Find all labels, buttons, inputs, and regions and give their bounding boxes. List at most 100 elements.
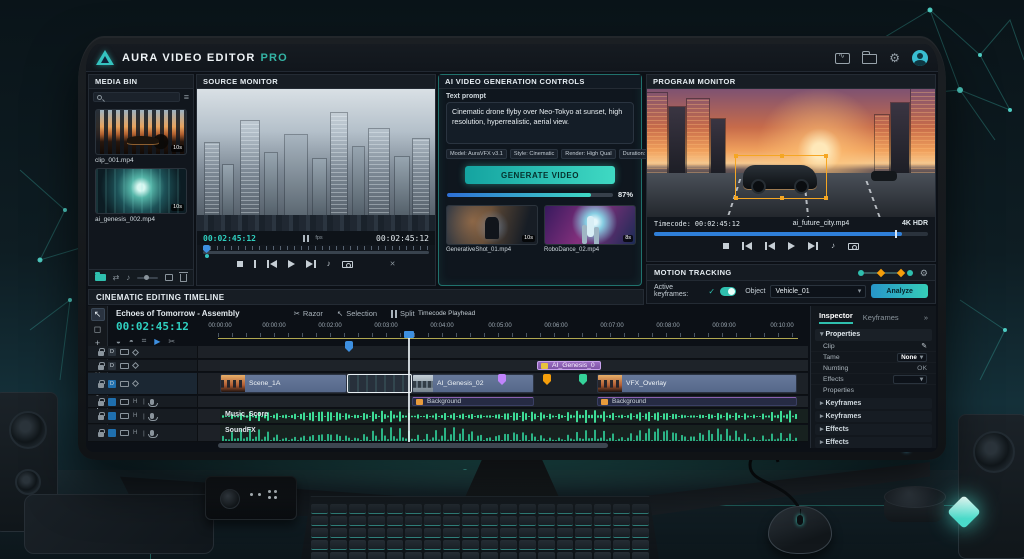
effects-dropdown[interactable]: ▾	[893, 374, 927, 384]
track-toggle[interactable]	[108, 412, 116, 420]
fullscreen-icon[interactable]: ✕	[390, 260, 396, 268]
gear-icon[interactable]: ⚙	[889, 52, 900, 64]
mute-toggle[interactable]: ❘	[141, 398, 146, 405]
monitor-icon[interactable]	[120, 362, 129, 369]
step-back-button[interactable]	[765, 242, 775, 250]
tab-keyframes[interactable]: Keyframes	[863, 313, 899, 322]
playhead-line[interactable]	[408, 338, 410, 442]
track-header[interactable]: H ❘	[88, 396, 198, 407]
timeline-ruler[interactable]: 00:00:00 00:00:00 00:02:00 00:03:00 00:0…	[208, 323, 798, 338]
track-lane[interactable]: AI_Genesis_0	[220, 360, 808, 371]
clip-ai-genesis-02[interactable]: AI_Genesis_02	[412, 374, 534, 393]
clip-scene-1a[interactable]: Scene_1A	[220, 374, 347, 393]
generated-clip-item[interactable]: 8s RoboDance_02.mp4	[544, 205, 636, 253]
step-forward-button[interactable]	[808, 242, 818, 250]
export-icon[interactable]	[835, 51, 851, 64]
more-tabs-icon[interactable]: »	[924, 313, 928, 322]
audio-icon[interactable]: ♪	[831, 242, 835, 250]
track-lane[interactable]: Background Background	[220, 396, 808, 407]
model-chip[interactable]: Model: AuraVFX v3.1	[446, 149, 507, 159]
audio-monitor-icon[interactable]: ♪	[327, 260, 331, 268]
view-icon[interactable]	[165, 274, 174, 281]
collapsed-effects-1[interactable]: ▸ Effects	[815, 424, 932, 435]
timeline-scroll-thumb[interactable]	[218, 443, 608, 448]
track-header[interactable]: D	[88, 346, 198, 358]
lock-icon[interactable]	[98, 361, 105, 370]
monitor-icon[interactable]	[120, 380, 129, 387]
stop-button[interactable]	[723, 243, 729, 249]
record-icon[interactable]	[848, 242, 859, 250]
track-header[interactable]: D	[88, 373, 198, 394]
track-header[interactable]: D	[88, 360, 198, 371]
media-clip-item[interactable]: 10s clip_001.mp4	[95, 109, 187, 164]
zoom-slider[interactable]	[137, 274, 159, 280]
collapsed-keyframes-2[interactable]: ▸ Keyframes	[815, 411, 932, 422]
mic-icon[interactable]	[148, 413, 159, 421]
step-back-button[interactable]	[266, 260, 277, 268]
collapsed-effects-2[interactable]: ▸ Effects	[815, 437, 932, 448]
tab-inspector[interactable]: Inspector	[819, 311, 853, 324]
avatar[interactable]	[912, 50, 928, 66]
generate-video-button[interactable]: GENERATE VIDEO	[465, 166, 615, 184]
clip-selected-segment[interactable]	[347, 374, 412, 393]
go-to-start-button[interactable]	[742, 242, 752, 250]
object-select[interactable]: Vehicle_01 ▾	[770, 284, 867, 298]
track-toggle[interactable]: D	[108, 361, 116, 370]
analyze-button[interactable]: Analyze	[871, 284, 928, 298]
media-search-input[interactable]	[93, 92, 180, 102]
track-select-tool-icon[interactable]: ◻	[94, 324, 101, 335]
inspector-row-effects[interactable]: Effects ▾	[811, 374, 936, 385]
program-playhead[interactable]	[894, 230, 897, 238]
clip-vfx-overlay[interactable]: VFX_Overlay	[597, 374, 797, 393]
trash-icon[interactable]	[179, 271, 188, 282]
monitor-icon[interactable]	[120, 430, 129, 436]
play-button[interactable]	[287, 260, 295, 268]
razor-tool[interactable]: ✂ Razor	[294, 309, 323, 318]
mute-toggle[interactable]: ❘	[141, 413, 146, 420]
mic-icon[interactable]	[148, 398, 159, 407]
playhead-handle[interactable]	[404, 331, 414, 338]
solo-toggle[interactable]: H	[133, 399, 137, 405]
render-chip[interactable]: Render: High Qual	[561, 149, 616, 159]
lock-icon[interactable]	[98, 379, 105, 388]
solo-toggle[interactable]: H	[133, 413, 137, 419]
sort-icon[interactable]: ⇄	[113, 273, 120, 282]
keyframe-icon[interactable]	[131, 348, 140, 356]
play-button[interactable]	[788, 242, 795, 250]
tame-dropdown[interactable]: None ▾	[897, 352, 927, 362]
track-lane[interactable]: Music_Score	[220, 409, 808, 423]
collapsed-keyframes-1[interactable]: ▸ Keyframes	[815, 398, 932, 409]
source-video-preview[interactable]	[197, 89, 435, 231]
razor-icon[interactable]: ✂	[168, 337, 175, 346]
motion-tracking-box[interactable]	[734, 154, 828, 200]
track-header[interactable]: H ❘	[88, 409, 198, 423]
mute-toggle[interactable]: ❘	[141, 430, 146, 437]
track-toggle[interactable]	[108, 397, 116, 406]
keyframes-toggle[interactable]	[720, 286, 737, 296]
track-toggle[interactable]: D	[108, 379, 116, 388]
inspector-row-properties[interactable]: Properties	[811, 385, 936, 396]
audio-icon[interactable]: ♪	[126, 273, 130, 282]
source-scrubber[interactable]	[197, 245, 435, 258]
mark-button[interactable]	[253, 260, 256, 268]
inspector-row-clip[interactable]: Clip ✎	[811, 341, 936, 352]
link-icon[interactable]: ⌗	[142, 336, 147, 346]
track-lane[interactable]	[220, 346, 808, 358]
generated-clip-item[interactable]: 10s GenerativeShot_01.mp4	[446, 205, 538, 253]
lock-icon[interactable]	[98, 412, 105, 420]
lock-icon[interactable]	[98, 348, 105, 356]
gear-icon[interactable]: ⚙	[920, 267, 928, 279]
stop-button[interactable]	[236, 261, 243, 267]
new-bin-icon[interactable]	[95, 272, 106, 281]
track-header[interactable]: H ❘	[88, 425, 198, 441]
split-tool[interactable]: Split	[391, 309, 415, 318]
lock-icon[interactable]	[98, 397, 105, 406]
program-scrubber[interactable]	[647, 230, 935, 238]
monitor-icon[interactable]	[120, 413, 129, 419]
clip-ai-genesis-v2[interactable]: AI_Genesis_0	[537, 361, 601, 370]
magnet-icon[interactable]: ◓	[129, 337, 134, 346]
folder-icon[interactable]	[862, 51, 878, 64]
list-menu-icon[interactable]: ≡	[184, 92, 189, 102]
marker-flag-icon[interactable]: ▶	[154, 337, 160, 346]
mic-icon[interactable]	[148, 430, 159, 438]
